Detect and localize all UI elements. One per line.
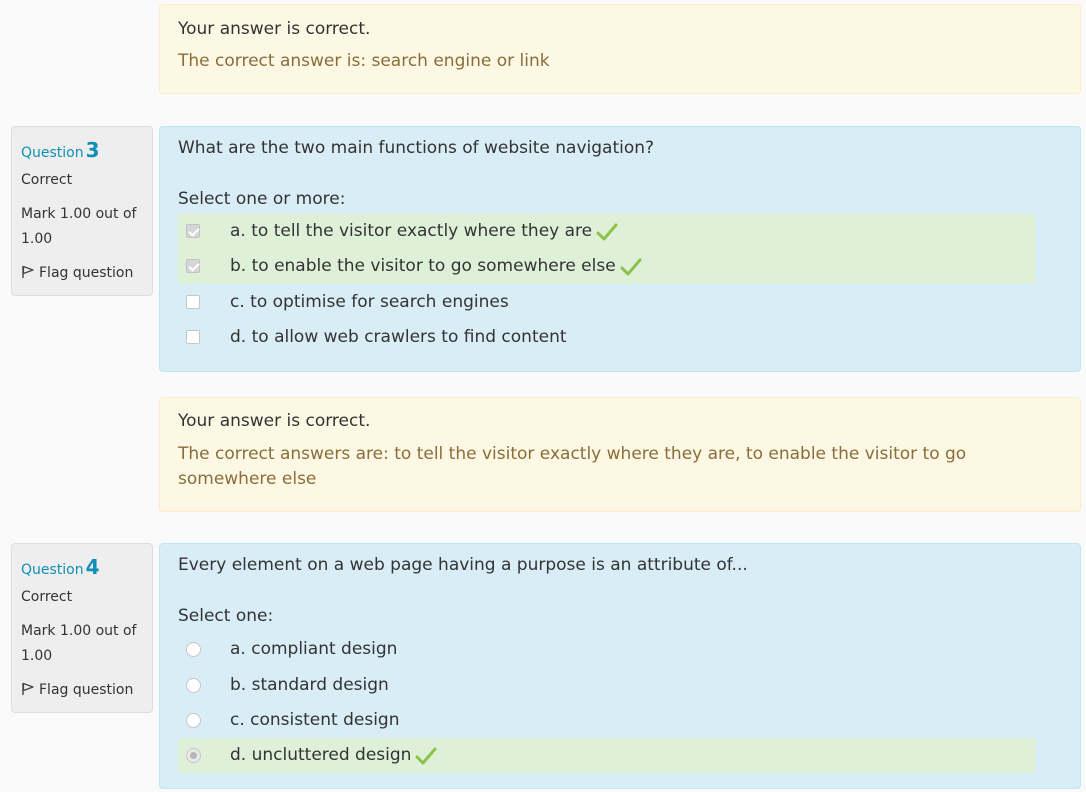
answer-option-d[interactable]: d. to allow web crawlers to find content [178, 320, 1036, 355]
answer-option-c[interactable]: c. consistent design [178, 703, 1036, 738]
feedback-right-answer: The correct answers are: to tell the vis… [178, 444, 967, 489]
flag-question-button[interactable]: Flag question [21, 265, 133, 281]
feedback-right-answer: The correct answer is: search engine or … [178, 51, 550, 71]
question-prompt: Select one or more: [178, 189, 346, 209]
answer-option-b[interactable]: b. standard design [178, 668, 1036, 703]
question-prompt: Select one: [178, 606, 274, 626]
feedback-q2: Your answer is correct. The correct answ… [159, 4, 1081, 94]
question-text: What are the two main functions of websi… [178, 138, 655, 158]
question-text: Every element on a web page having a pur… [178, 555, 748, 575]
question-label: Question [21, 145, 84, 161]
answer-radio[interactable] [186, 642, 201, 657]
question-4-info: Question 4 Correct Mark 1.00 out of 1.00 … [11, 543, 153, 713]
flag-icon [22, 682, 34, 695]
answer-label: d. to allow web crawlers to find content [230, 327, 567, 347]
answer-checkbox[interactable] [186, 259, 200, 273]
question-label: Question [21, 562, 84, 578]
question-number-value: 3 [85, 138, 100, 162]
feedback-status: Your answer is correct. [178, 411, 371, 431]
question-4-content: Every element on a web page having a pur… [159, 543, 1081, 789]
flag-question-button[interactable]: Flag question [21, 682, 133, 698]
flag-question-label: Flag question [39, 682, 134, 698]
answer-radio[interactable] [186, 748, 201, 763]
correct-tick-icon [415, 747, 437, 765]
feedback-q3: Your answer is correct. The correct answ… [159, 397, 1081, 512]
question-grade: Mark 1.00 out of 1.00 [21, 206, 137, 247]
answer-checkbox[interactable] [186, 330, 200, 344]
answer-label: b. to enable the visitor to go somewhere… [230, 256, 642, 277]
question-state: Correct [21, 172, 73, 188]
answer-label: a. to tell the visitor exactly where the… [230, 221, 618, 242]
answer-label: c. to optimise for search engines [230, 292, 509, 312]
answer-option-a[interactable]: a. compliant design [178, 632, 1036, 667]
question-number-value: 4 [85, 555, 100, 579]
answer-option-a[interactable]: a. to tell the visitor exactly where the… [178, 214, 1036, 249]
flag-icon [22, 265, 34, 278]
question-grade: Mark 1.00 out of 1.00 [21, 623, 137, 664]
question-number: Question 3 [21, 138, 100, 162]
answer-option-b[interactable]: b. to enable the visitor to go somewhere… [178, 249, 1036, 284]
answer-label: a. compliant design [230, 639, 398, 659]
answer-radio[interactable] [186, 713, 201, 728]
answer-option-c[interactable]: c. to optimise for search engines [178, 285, 1036, 320]
answer-label: c. consistent design [230, 710, 400, 730]
question-3-info: Question 3 Correct Mark 1.00 out of 1.00 … [11, 126, 153, 296]
answer-checkbox[interactable] [186, 295, 200, 309]
correct-tick-icon [596, 223, 618, 241]
answer-option-d[interactable]: d. uncluttered design [178, 738, 1036, 773]
correct-tick-icon [620, 258, 642, 276]
answer-label: d. uncluttered design [230, 745, 437, 766]
question-state: Correct [21, 589, 73, 605]
answer-label: b. standard design [230, 675, 389, 695]
question-number: Question 4 [21, 555, 100, 579]
flag-question-label: Flag question [39, 265, 134, 281]
feedback-status: Your answer is correct. [178, 19, 371, 39]
answer-radio[interactable] [186, 678, 201, 693]
answer-checkbox[interactable] [186, 224, 200, 238]
question-3-content: What are the two main functions of websi… [159, 126, 1081, 372]
